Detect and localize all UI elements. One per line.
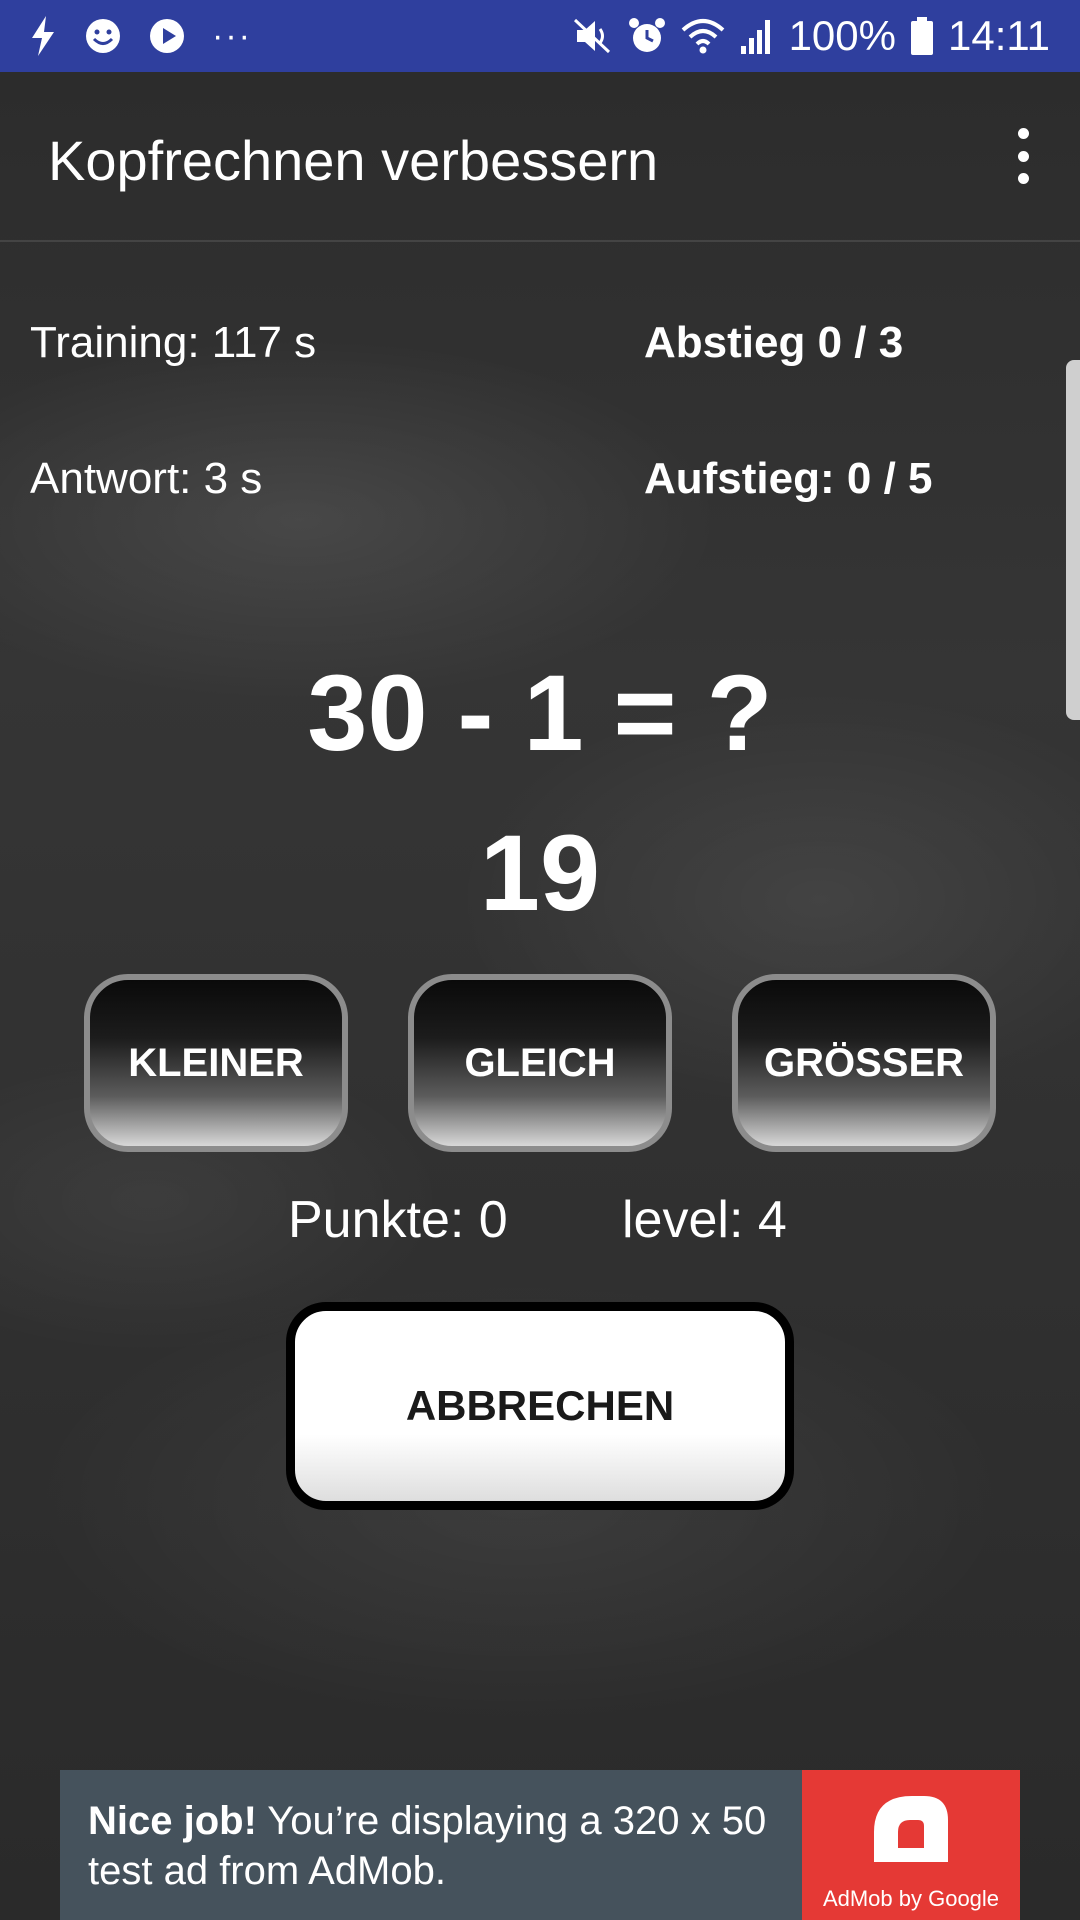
more-vert-icon[interactable] [996, 124, 1050, 188]
wifi-icon [681, 16, 725, 56]
flash-icon [28, 16, 58, 56]
status-bar: ··· 100% 14:11 [0, 0, 1080, 72]
battery-percent: 100% [788, 12, 896, 59]
alarm-icon [627, 16, 667, 56]
ad-text: Nice job! You’re displaying a 320 x 50 t… [88, 1796, 828, 1896]
admob-caption: AdMob by Google [822, 1886, 1000, 1911]
screen: ··· 100% 14:11 Kopfrechnen verbessern Tr… [0, 0, 1080, 1920]
mute-icon [573, 16, 613, 56]
battery-icon [910, 16, 934, 56]
admob-logo[interactable]: AdMob by Google [802, 1770, 1020, 1920]
menu-dot [1017, 128, 1029, 139]
equation: 30 - 1 = ? [307, 652, 773, 773]
ad-headline: Nice job! [88, 1799, 257, 1843]
system-icons: 100% 14:11 [573, 0, 1050, 72]
clock: 14:11 [948, 12, 1050, 59]
descent-counter: Abstieg 0 / 3 [644, 318, 904, 367]
cancel-button[interactable]: ABBRECHEN [286, 1302, 794, 1510]
ascent-counter: Aufstieg: 0 / 5 [644, 454, 933, 503]
answer-time: Antwort: 3 s [30, 454, 263, 503]
current-number: 19 [479, 812, 601, 933]
app-bar: Kopfrechnen verbessern [0, 72, 1080, 242]
more-notifications-icon: ··· [212, 16, 252, 55]
play-icon [148, 17, 186, 55]
smiley-icon [84, 17, 122, 55]
ad-banner[interactable]: Nice job! You’re displaying a 320 x 50 t… [60, 1770, 1020, 1920]
menu-dot [1017, 150, 1029, 162]
training-time: Training: 117 s [30, 318, 317, 367]
app-title: Kopfrechnen verbessern [48, 129, 659, 192]
smaller-button[interactable]: KLEINER [84, 974, 348, 1152]
signal-icon [739, 16, 775, 56]
greater-button[interactable]: GRÖSSER [732, 974, 996, 1152]
points-label: Punkte: 0 [288, 1191, 508, 1249]
notification-icons: ··· [28, 0, 252, 72]
level-label: level: 4 [622, 1191, 787, 1249]
equal-button[interactable]: GLEICH [408, 974, 672, 1152]
menu-dot [1017, 173, 1029, 184]
